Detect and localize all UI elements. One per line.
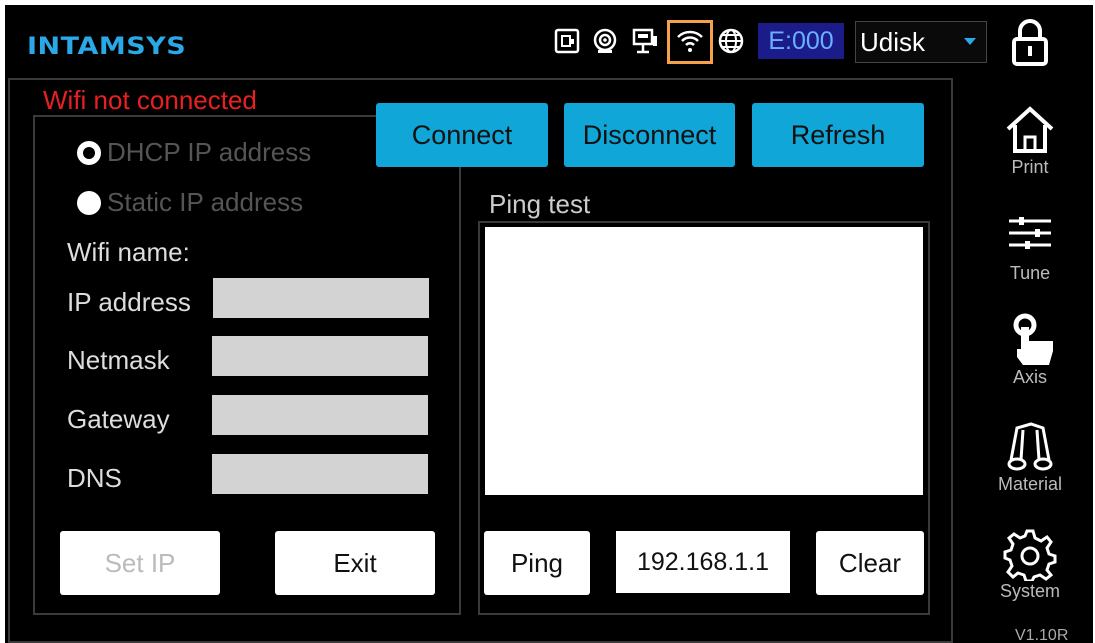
- radio-selected-icon: [77, 140, 101, 165]
- ping-output-area: [485, 227, 923, 495]
- home-icon: [1006, 106, 1054, 153]
- ip-address-field[interactable]: [213, 278, 429, 318]
- usb-drive-icon: [551, 25, 583, 57]
- filament-spool-icon: [1007, 422, 1053, 471]
- static-ip-label: Static IP address: [107, 187, 304, 217]
- dhcp-radio[interactable]: DHCP IP address: [77, 137, 311, 168]
- lock-icon[interactable]: [1010, 19, 1050, 67]
- clear-button[interactable]: Clear: [816, 531, 924, 595]
- sidebar-item-label: Material: [997, 474, 1063, 494]
- storage-select-value: Udisk: [860, 26, 926, 57]
- gear-icon: [1003, 529, 1057, 581]
- set-ip-button[interactable]: Set IP: [60, 531, 220, 595]
- ethernet-icon: [629, 25, 661, 57]
- radio-unselected-icon: [77, 190, 101, 215]
- sliders-icon: [1009, 217, 1051, 249]
- webcam-icon: [589, 25, 621, 57]
- brand-logo: INTAMSYS: [27, 32, 187, 61]
- dns-label: DNS: [67, 463, 122, 493]
- globe-icon: [715, 25, 747, 57]
- wifi-name-label: Wifi name:: [67, 237, 190, 267]
- refresh-button[interactable]: Refresh: [752, 103, 924, 167]
- sidebar-item-material[interactable]: Material: [990, 420, 1070, 495]
- gateway-label: Gateway: [67, 404, 170, 434]
- sidebar-item-label: System: [999, 581, 1060, 601]
- ip-address-label: IP address: [67, 287, 191, 317]
- static-ip-radio[interactable]: Static IP address: [77, 187, 303, 218]
- wifi-icon[interactable]: [674, 25, 706, 57]
- sidebar-item-tune[interactable]: Tune: [990, 209, 1070, 284]
- wifi-status-text: Wifi not connected: [43, 85, 257, 115]
- storage-select[interactable]: Udisk: [855, 21, 987, 63]
- sidebar-item-system[interactable]: System: [990, 527, 1070, 602]
- ping-address-field[interactable]: 192.168.1.1: [616, 531, 790, 593]
- ping-test-title: Ping test: [489, 189, 591, 219]
- chevron-down-icon: [964, 38, 976, 45]
- connect-button[interactable]: Connect: [376, 103, 548, 167]
- disconnect-button[interactable]: Disconnect: [564, 103, 735, 167]
- ping-button[interactable]: Ping: [484, 531, 590, 595]
- sidebar-item-axis[interactable]: Axis: [990, 313, 1070, 388]
- firmware-version: V1.10R: [1015, 627, 1069, 643]
- sidebar-item-print[interactable]: Print: [990, 103, 1070, 178]
- error-code-badge: E:000: [758, 23, 844, 59]
- sidebar-item-label: Print: [1011, 157, 1049, 177]
- sidebar-item-label: Tune: [1009, 263, 1051, 283]
- hand-pointer-icon: [1013, 313, 1053, 365]
- netmask-label: Netmask: [67, 345, 170, 375]
- sidebar-item-label: Axis: [1012, 367, 1047, 387]
- printer-screen: INTAMSYS E:000 Udisk Wifi not connected …: [5, 5, 1093, 643]
- netmask-field[interactable]: [212, 336, 428, 376]
- gateway-field[interactable]: [212, 395, 428, 435]
- dhcp-label: DHCP IP address: [107, 137, 312, 167]
- exit-button[interactable]: Exit: [275, 531, 435, 595]
- dns-field[interactable]: [212, 454, 428, 494]
